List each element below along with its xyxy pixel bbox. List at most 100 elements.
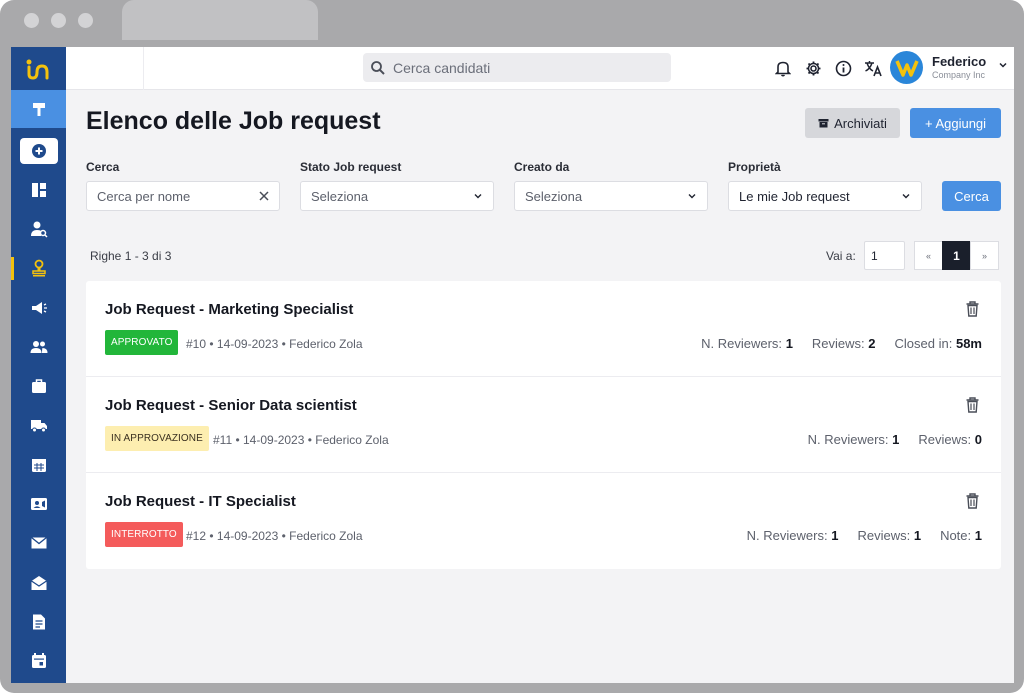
job-request-title[interactable]: Job Request - IT Specialist: [105, 493, 296, 510]
trash-icon[interactable]: [966, 301, 979, 317]
created-by-select-value: Seleziona: [525, 188, 583, 204]
stamp-icon: [31, 259, 46, 277]
video-person-icon: [30, 498, 47, 511]
job-request-stats: N. Reviewers: 1 Reviews: 0: [808, 432, 982, 447]
chevron-down-icon[interactable]: [998, 61, 1008, 69]
goto-page-input[interactable]: 1: [864, 241, 905, 270]
sidebar-item-video-interviews[interactable]: [11, 484, 66, 523]
top-bar: Cerca candidati Federico Company Inc: [66, 47, 1014, 90]
stat-reviews: Reviews: 2: [811, 336, 876, 351]
chevron-down-icon: [902, 194, 910, 199]
sidebar-item-dashboard[interactable]: [11, 90, 66, 128]
sidebar-item-delivery[interactable]: [11, 406, 66, 445]
sidebar-item-drafts[interactable]: [11, 563, 66, 602]
browser-tab[interactable]: [122, 0, 318, 40]
job-request-row[interactable]: Job Request - IT Specialist INTERROTTO #…: [86, 473, 1001, 569]
dashboard-icon: [31, 182, 46, 197]
created-by-select[interactable]: Seleziona: [514, 181, 708, 211]
status-badge: INTERROTTO: [105, 522, 183, 547]
archived-button-label: Archiviati: [834, 115, 887, 131]
person-search-icon: [30, 221, 48, 238]
sidebar-item-jobs[interactable]: [11, 366, 66, 405]
megaphone-icon: [31, 301, 47, 314]
topbar-divider: [143, 47, 144, 90]
sidebar-item-boards[interactable]: [11, 170, 66, 209]
filter-label-ownership: Proprietà: [728, 160, 781, 174]
filter-label-status: Stato Job request: [300, 160, 402, 174]
trash-icon[interactable]: [966, 397, 979, 413]
translate-icon[interactable]: [863, 58, 883, 78]
sidebar-add-button[interactable]: [19, 138, 58, 164]
open-mail-icon: [30, 575, 47, 590]
trash-icon[interactable]: [966, 493, 979, 509]
settings-gear-icon[interactable]: [803, 58, 823, 78]
job-request-meta: #12 • 14-09-2023 • Federico Zola: [186, 529, 363, 543]
user-name[interactable]: Federico: [932, 54, 986, 69]
stat-closed-in: Closed in: 58m: [894, 336, 982, 351]
candidate-search-placeholder: Cerca candidati: [393, 59, 491, 76]
filter-label-search: Cerca: [86, 160, 120, 174]
ownership-select[interactable]: Le mie Job request: [728, 181, 922, 211]
archived-button[interactable]: Archiviati: [805, 108, 900, 138]
sidebar-item-calendar[interactable]: [11, 445, 66, 484]
name-search-field[interactable]: Cerca per nome: [86, 181, 280, 211]
job-request-stats: N. Reviewers: 1 Reviews: 2 Closed in: 58…: [701, 336, 982, 351]
sidebar: [11, 47, 66, 683]
user-company: Company Inc: [932, 70, 986, 80]
browser-window: Cerca candidati Federico Company Inc Ele…: [0, 0, 1024, 693]
job-request-meta: #10 • 14-09-2023 • Federico Zola: [186, 337, 363, 351]
top-icons: [773, 58, 883, 78]
stat-reviews: Reviews: 0: [918, 432, 982, 447]
clear-icon[interactable]: [259, 191, 269, 201]
people-icon: [30, 340, 47, 353]
document-icon: [32, 614, 45, 630]
job-request-row[interactable]: Job Request - Senior Data scientist IN A…: [86, 377, 1001, 473]
stat-reviewers: N. Reviewers: 1: [807, 432, 900, 447]
sidebar-item-candidates-search[interactable]: [11, 209, 66, 248]
window-controls: [24, 13, 93, 28]
sidebar-item-campaigns[interactable]: [11, 288, 66, 327]
chevron-down-icon: [688, 194, 696, 199]
candidate-search-input[interactable]: Cerca candidati: [363, 53, 671, 82]
sidebar-item-events[interactable]: [11, 642, 66, 681]
status-select[interactable]: Seleziona: [300, 181, 494, 211]
filter-label-created-by: Creato da: [514, 160, 570, 174]
name-search-placeholder: Cerca per nome: [97, 188, 191, 204]
avatar-logo-icon: [894, 59, 919, 77]
window-dot[interactable]: [24, 13, 39, 28]
app-viewport: Cerca candidati Federico Company Inc Ele…: [11, 47, 1014, 683]
search-button[interactable]: Cerca: [942, 181, 1001, 211]
sidebar-item-people[interactable]: [11, 327, 66, 366]
archive-icon: [818, 119, 829, 128]
pager-next-button[interactable]: »: [970, 241, 999, 270]
add-button[interactable]: + Aggiungi: [910, 108, 1001, 138]
stat-reviewers: N. Reviewers: 1: [746, 528, 839, 543]
job-request-title[interactable]: Job Request - Senior Data scientist: [105, 397, 357, 414]
sidebar-item-job-requests[interactable]: [11, 249, 66, 288]
job-request-list: Job Request - Marketing Specialist APPRO…: [86, 281, 1001, 569]
logo-icon: [26, 59, 48, 80]
job-request-title[interactable]: Job Request - Marketing Specialist: [105, 301, 353, 318]
chevron-down-icon: [474, 194, 482, 199]
event-icon: [31, 653, 46, 669]
info-icon[interactable]: [833, 58, 853, 78]
stat-reviews: Reviews: 1: [857, 528, 922, 543]
window-dot[interactable]: [51, 13, 66, 28]
avatar[interactable]: [890, 51, 923, 84]
pager: « 1 »: [914, 241, 999, 270]
window-dot[interactable]: [78, 13, 93, 28]
pager-prev-button[interactable]: «: [914, 241, 943, 270]
status-select-value: Seleziona: [311, 188, 369, 204]
calendar-icon: [31, 458, 46, 472]
app-logo[interactable]: [11, 47, 66, 90]
hammer-icon: [32, 103, 45, 116]
job-request-meta: #11 • 14-09-2023 • Federico Zola: [213, 433, 389, 447]
briefcase-icon: [31, 379, 46, 394]
pager-current-page[interactable]: 1: [942, 241, 971, 270]
sidebar-item-documents[interactable]: [11, 602, 66, 641]
sidebar-item-mail[interactable]: [11, 524, 66, 563]
job-request-row[interactable]: Job Request - Marketing Specialist APPRO…: [86, 281, 1001, 377]
notifications-bell-icon[interactable]: [773, 58, 793, 78]
stat-reviewers: N. Reviewers: 1: [701, 336, 793, 351]
rows-info: Righe 1 - 3 di 3: [90, 249, 172, 263]
